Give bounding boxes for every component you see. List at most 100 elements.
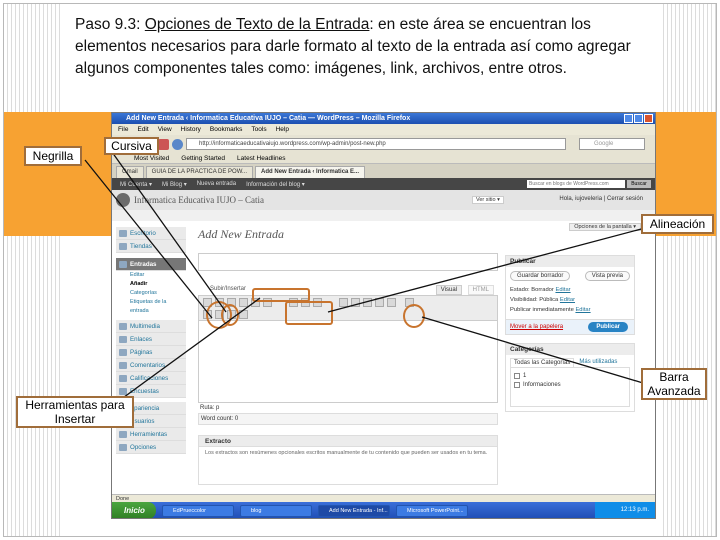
bookmark-getting-started[interactable]: Getting Started: [181, 153, 225, 163]
admin-info-blog[interactable]: Información del blog ▾: [246, 181, 305, 188]
menu-bookmarks[interactable]: Bookmarks: [210, 124, 243, 135]
sidebar-item-calificaciones[interactable]: Calificaciones: [116, 372, 186, 385]
tab-gmail[interactable]: Gmail: [116, 166, 144, 178]
fullscreen-button[interactable]: [387, 298, 396, 307]
tab-all-categories[interactable]: Todas las Categorías: [510, 358, 575, 367]
bookmark-latest-headlines[interactable]: Latest Headlines: [237, 153, 285, 163]
link-button[interactable]: [339, 298, 348, 307]
wp-search-input[interactable]: Buscar en blogs de WordPress.com: [527, 180, 625, 188]
menu-view[interactable]: View: [158, 124, 172, 135]
publish-status: Estado: Borrador Editar: [506, 285, 634, 295]
taskbar-item[interactable]: Add New Entrada - Inf...: [318, 504, 390, 517]
sidebar-item-paginas[interactable]: Páginas: [116, 346, 186, 359]
taskbar-item[interactable]: Microsoft PowerPoint...: [396, 504, 468, 517]
more-button[interactable]: [363, 298, 372, 307]
editor-tabs: Subir/Insertar Visual HTML: [198, 285, 498, 295]
categories-box-title: Categorías: [506, 344, 634, 355]
categories-box: Categorías Todas las Categorías Más util…: [505, 343, 635, 412]
sidebar-sub-anadir[interactable]: Añadir: [116, 280, 186, 289]
close-icon[interactable]: [644, 114, 653, 123]
category-item[interactable]: 1: [514, 371, 626, 380]
sidebar-item-entradas[interactable]: Entradas: [116, 258, 186, 271]
wp-body: Opciones de la pantalla ▾ Escritorio Tie…: [112, 221, 655, 494]
start-button[interactable]: Inicio: [112, 502, 156, 518]
howdy-text[interactable]: Hola, iujoveleria | Cerrar sesión: [559, 196, 643, 202]
slide: Paso 9.3: Opciones de Texto de la Entrad…: [0, 0, 720, 540]
navigation-toolbar: http://informaticaeducativaiujo.wordpres…: [112, 135, 655, 153]
system-tray-clock: 12:13 p.m.: [595, 502, 655, 518]
menu-history[interactable]: History: [181, 124, 201, 135]
sidebar-item-escritorio[interactable]: Escritorio: [116, 227, 186, 240]
search-input[interactable]: Google: [579, 138, 645, 150]
tab-most-used[interactable]: Más utilizadas: [576, 358, 620, 367]
windows-taskbar: Inicio EdPrueccolor blog Add New Entrada…: [112, 502, 655, 518]
tab-guia[interactable]: GUIA DE LA PRACTICA DE POW...: [145, 166, 254, 178]
decorative-stripes-left: [4, 4, 62, 536]
tab-add-new-entrada[interactable]: Add New Entrada ‹ Informatica E...: [255, 166, 366, 178]
status-edit-link[interactable]: Editar: [555, 287, 570, 293]
preview-button[interactable]: Vista previa: [584, 271, 630, 281]
stop-icon[interactable]: [158, 138, 169, 150]
spellcheck-button[interactable]: [375, 298, 384, 307]
menu-file[interactable]: File: [118, 124, 128, 135]
page-title: Add New Entrada: [198, 227, 284, 241]
admin-nueva-entrada[interactable]: Nueva entrada: [197, 181, 236, 187]
publish-schedule: Publicar inmediatamente Editar: [506, 305, 634, 315]
site-name[interactable]: Informatica Educativa IUJO – Catia: [134, 195, 264, 205]
menu-tools[interactable]: Tools: [251, 124, 266, 135]
excerpt-box[interactable]: Los extractos son resúmenes opcionales e…: [198, 447, 498, 485]
sidebar-item-enlaces[interactable]: Enlaces: [116, 333, 186, 346]
advanced-bar-highlight-ring: [403, 304, 425, 328]
view-site-button[interactable]: Ver sitio ▾: [472, 196, 504, 204]
publish-status-text: Estado: Borrador: [510, 287, 554, 293]
post-title-input[interactable]: [198, 253, 498, 271]
sidebar-sub-categorias[interactable]: Categorías: [116, 289, 186, 298]
taskbar-item[interactable]: EdPrueccolor: [162, 504, 234, 517]
window-titlebar: Add New Entrada ‹ Informatica Educativa …: [112, 113, 655, 124]
sidebar-item-tiendas[interactable]: Tiendas: [116, 240, 186, 253]
maximize-icon[interactable]: [634, 114, 643, 123]
browser-status-bar: Done: [112, 494, 655, 502]
admin-mi-cuenta[interactable]: Mi Cuenta ▾: [120, 181, 152, 188]
tab-html[interactable]: HTML: [467, 285, 494, 295]
alignment-highlight: [285, 301, 333, 325]
menu-help[interactable]: Help: [276, 124, 289, 135]
category-list: 1 Informaciones: [510, 367, 630, 407]
category-item[interactable]: Informaciones: [514, 380, 626, 389]
save-draft-button[interactable]: Guardar borrador: [510, 271, 571, 281]
url-field[interactable]: http://informaticaeducativaiujo.wordpres…: [186, 138, 566, 150]
home-icon[interactable]: [172, 138, 183, 150]
visibility-edit-link[interactable]: Editar: [560, 297, 575, 303]
bookmarks-toolbar: Most Visited Getting Started Latest Head…: [112, 153, 655, 164]
menu-edit[interactable]: Edit: [137, 124, 148, 135]
tab-visual[interactable]: Visual: [435, 285, 462, 295]
unlink-button[interactable]: [351, 298, 360, 307]
callout-negrilla: Negrilla: [24, 146, 82, 166]
minimize-icon[interactable]: [624, 114, 633, 123]
publish-button[interactable]: Publicar: [588, 322, 628, 332]
publish-box-title: Publicar: [506, 256, 634, 267]
admin-mi-blog[interactable]: Mi Blog ▾: [162, 181, 187, 188]
excerpt-header[interactable]: Extracto: [198, 435, 498, 447]
wordpress-logo-icon: [116, 193, 130, 207]
category-checkbox[interactable]: [514, 381, 520, 388]
screen-options-button[interactable]: Opciones de la pantalla ▾: [569, 223, 641, 231]
category-checkbox[interactable]: [514, 372, 520, 379]
sidebar-sub-editar[interactable]: Editar: [116, 271, 186, 280]
sidebar-sub-etiquetas[interactable]: Etiquetas de la entrada: [116, 298, 186, 316]
publish-visibility-text: Visibilidad: Pública: [510, 297, 559, 303]
sidebar-item-herramientas[interactable]: Herramientas: [116, 428, 186, 441]
bullet-list-button[interactable]: [239, 298, 248, 307]
slide-title: Paso 9.3: Opciones de Texto de la Entrad…: [75, 14, 635, 80]
sidebar-item-comentarios[interactable]: Comentarios: [116, 359, 186, 372]
text-color-button[interactable]: [239, 310, 248, 319]
taskbar-item[interactable]: blog: [240, 504, 312, 517]
move-to-trash-link[interactable]: Mover a la papelera: [510, 324, 563, 330]
italic-highlight-ring: [221, 304, 239, 326]
category-label: Informaciones: [523, 381, 561, 388]
wp-search-button[interactable]: Buscar: [627, 180, 651, 188]
schedule-edit-link[interactable]: Editar: [575, 307, 590, 313]
post-content-editor[interactable]: [198, 321, 498, 403]
sidebar-item-opciones[interactable]: Opciones: [116, 441, 186, 454]
sidebar-item-multimedia[interactable]: Multimedia: [116, 320, 186, 333]
